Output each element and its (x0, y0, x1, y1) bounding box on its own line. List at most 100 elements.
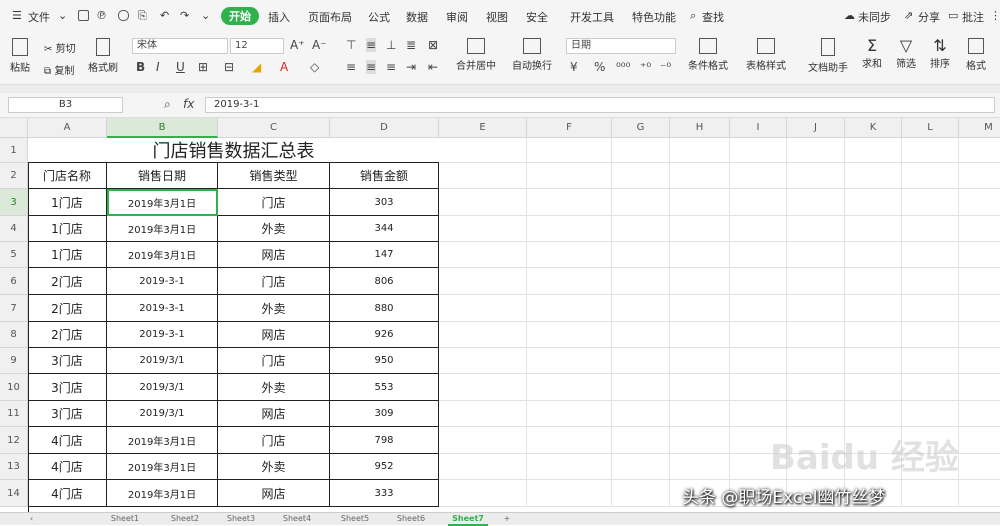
cell-m6[interactable] (959, 268, 1000, 295)
cell-m7[interactable] (959, 295, 1000, 322)
cell-m8[interactable] (959, 322, 1000, 348)
cond-format-button[interactable]: 条件格式 (688, 38, 728, 72)
cell-a6[interactable]: 2门店 (28, 268, 107, 295)
cell-k9[interactable] (845, 348, 902, 374)
cell-k5[interactable] (845, 242, 902, 268)
outdent-icon[interactable]: ⇤ (428, 60, 438, 74)
chevron-down-icon[interactable]: ⌄ (201, 9, 210, 22)
cell-g14[interactable] (612, 480, 670, 507)
cell-m14[interactable] (959, 480, 1000, 507)
row-header-7[interactable]: 7 (0, 295, 28, 322)
cell-h3[interactable] (670, 189, 730, 216)
font-color-icon[interactable]: A (280, 60, 288, 74)
sheet-tab-6[interactable]: Sheet6 (386, 514, 436, 524)
tab-page-layout[interactable]: 页面布局 (308, 9, 352, 25)
cell-a8[interactable]: 2门店 (28, 322, 107, 348)
sheet-tab-4[interactable]: Sheet4 (272, 514, 322, 524)
column-header-h[interactable]: H (670, 118, 730, 138)
redo-icon[interactable]: ↷ (180, 9, 189, 22)
sheet-title[interactable]: 门店销售数据汇总表 (28, 138, 439, 163)
indent-icon[interactable]: ⇥ (406, 60, 416, 74)
increase-font-icon[interactable]: A⁺ (290, 38, 305, 52)
cell-l3[interactable] (902, 189, 959, 216)
cell-e9[interactable] (439, 348, 527, 374)
cell-m10[interactable] (959, 374, 1000, 401)
format-painter-button[interactable]: 格式刷 (88, 38, 118, 74)
cell-j6[interactable] (787, 268, 845, 295)
cell-g7[interactable] (612, 295, 670, 322)
clear-format-icon[interactable]: ◇ (310, 60, 319, 74)
save-icon[interactable] (78, 10, 89, 21)
cell-e7[interactable] (439, 295, 527, 322)
row-header-1[interactable]: 1 (0, 138, 28, 163)
zoom-icon[interactable]: ⌕ (164, 97, 171, 112)
cell-j2[interactable] (787, 163, 845, 189)
column-header-b[interactable]: B (107, 118, 218, 138)
cell-j10[interactable] (787, 374, 845, 401)
cell-f10[interactable] (527, 374, 612, 401)
filter-button[interactable]: ▽ 筛选 (896, 36, 916, 70)
cell-h1[interactable] (670, 138, 730, 163)
decrease-font-icon[interactable]: A⁻ (312, 38, 327, 52)
cell-d11[interactable]: 309 (330, 401, 439, 427)
cell-h4[interactable] (670, 216, 730, 242)
cell-h5[interactable] (670, 242, 730, 268)
cell-m11[interactable] (959, 401, 1000, 427)
cell-i1[interactable] (730, 138, 787, 163)
percent-icon[interactable]: % (594, 60, 605, 74)
cell-m12[interactable] (959, 427, 1000, 454)
cell-f12[interactable] (527, 427, 612, 454)
cell-a3[interactable]: 1门店 (28, 189, 107, 216)
cell-m9[interactable] (959, 348, 1000, 374)
fill-color-icon[interactable]: ◢ (252, 60, 261, 74)
column-header-a[interactable]: A (28, 118, 107, 138)
cell-f9[interactable] (527, 348, 612, 374)
row-header-4[interactable]: 4 (0, 216, 28, 242)
distribute-icon[interactable]: ⊠ (428, 38, 438, 52)
tab-insert[interactable]: 插入 (268, 9, 290, 25)
cell-i6[interactable] (730, 268, 787, 295)
cell-a13[interactable]: 4门店 (28, 454, 107, 480)
cell-c13[interactable]: 外卖 (218, 454, 330, 480)
column-header-m[interactable]: M (959, 118, 1000, 138)
cell-l5[interactable] (902, 242, 959, 268)
cell-d8[interactable]: 926 (330, 322, 439, 348)
cell-k2[interactable] (845, 163, 902, 189)
cell-c12[interactable]: 门店 (218, 427, 330, 454)
cell-c5[interactable]: 网店 (218, 242, 330, 268)
cell-h11[interactable] (670, 401, 730, 427)
merge-icon[interactable]: ⊟ (224, 60, 234, 74)
cell-g5[interactable] (612, 242, 670, 268)
row-header-6[interactable]: 6 (0, 268, 28, 295)
row-header-5[interactable]: 5 (0, 242, 28, 268)
cell-j4[interactable] (787, 216, 845, 242)
sheet-tab-5[interactable]: Sheet5 (330, 514, 380, 524)
cell-j7[interactable] (787, 295, 845, 322)
cell-b3[interactable]: 2019年3月1日 (107, 189, 218, 216)
cloud-icon[interactable]: ☁ (844, 9, 855, 22)
cell-j9[interactable] (787, 348, 845, 374)
cell-i8[interactable] (730, 322, 787, 348)
tab-security[interactable]: 安全 (526, 9, 548, 25)
font-name-select[interactable]: 宋体 (132, 38, 228, 54)
cell-d3[interactable]: 303 (330, 189, 439, 216)
cell-f2[interactable] (527, 163, 612, 189)
align-center-icon[interactable]: ≡ (366, 60, 377, 74)
thousands-icon[interactable]: ⁰⁰⁰ (616, 60, 630, 74)
print-preview-icon[interactable]: ℗ (96, 9, 107, 22)
merge-center-button[interactable]: 合并居中 (456, 38, 496, 72)
cell-b2[interactable]: 销售日期 (107, 163, 218, 189)
more-icon[interactable]: ⋮ (990, 9, 1000, 22)
column-header-e[interactable]: E (439, 118, 527, 138)
cell-d4[interactable]: 344 (330, 216, 439, 242)
sum-button[interactable]: Σ 求和 (862, 36, 882, 70)
align-middle-icon[interactable]: ≡ (366, 38, 377, 52)
cell-b6[interactable]: 2019-3-1 (107, 268, 218, 295)
tab-view[interactable]: 视图 (486, 9, 508, 25)
cell-b9[interactable]: 2019/3/1 (107, 348, 218, 374)
cell-d9[interactable]: 950 (330, 348, 439, 374)
cell-h9[interactable] (670, 348, 730, 374)
cell-f6[interactable] (527, 268, 612, 295)
cell-e8[interactable] (439, 322, 527, 348)
select-all-corner[interactable] (0, 118, 28, 138)
